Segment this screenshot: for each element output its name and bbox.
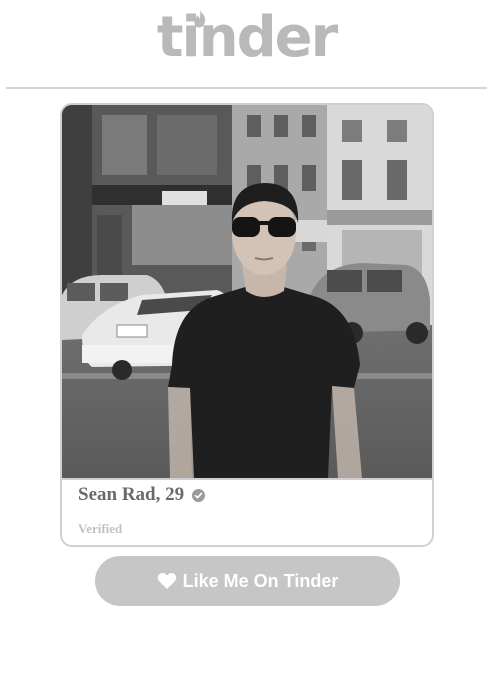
heart-icon — [157, 573, 176, 589]
verified-label: Verified — [78, 521, 123, 536]
header-divider — [6, 87, 487, 89]
tinder-logo: tinder — [156, 5, 339, 70]
flame-icon — [194, 10, 206, 28]
header: tinder — [0, 0, 493, 89]
like-me-button-label: Like Me On Tinder — [182, 570, 339, 591]
profile-name-age: Sean Rad, 29 — [78, 484, 185, 505]
profile-card[interactable]: Sean Rad, 29 Verified — [60, 103, 434, 547]
profile-name-line: Sean Rad, 29 — [78, 484, 206, 506]
check-badge-icon — [192, 488, 206, 502]
profile-photo-image — [62, 105, 432, 478]
profile-photo[interactable] — [62, 105, 432, 480]
like-me-button[interactable]: Like Me On Tinder — [95, 556, 400, 606]
